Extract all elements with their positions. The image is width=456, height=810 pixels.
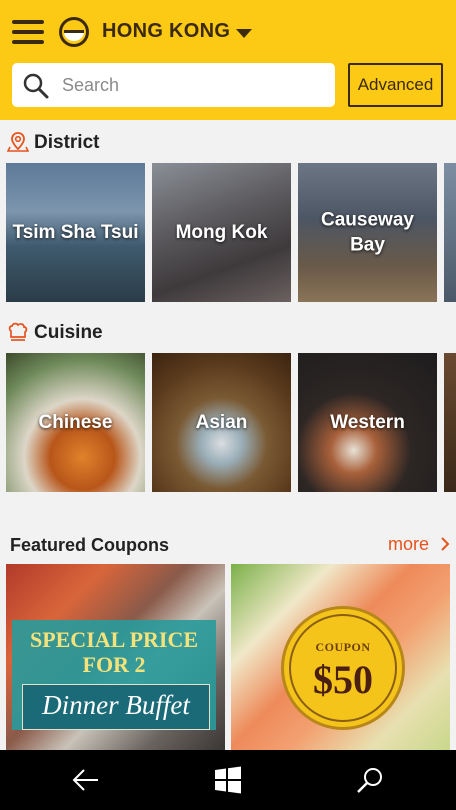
- coupon-50[interactable]: COUPON $50: [231, 564, 450, 750]
- district-tile-tsim-sha-tsui[interactable]: Tsim Sha Tsui: [6, 163, 145, 302]
- coupon-amount: $50: [313, 657, 373, 702]
- city-selector[interactable]: HONG KONG: [102, 20, 230, 43]
- chef-hat-icon: [8, 322, 28, 341]
- windows-logo-icon[interactable]: [212, 764, 244, 796]
- advanced-button[interactable]: Advanced: [348, 63, 443, 107]
- food-image: [444, 353, 456, 492]
- district-tile-causeway-bay[interactable]: Causeway Bay: [298, 163, 437, 302]
- map-pin-icon: [7, 132, 29, 152]
- coupon-badge-label: COUPON: [315, 640, 371, 654]
- city-image: [444, 163, 456, 302]
- chevron-right-icon[interactable]: [438, 536, 452, 552]
- bowl-logo-icon: [59, 17, 89, 47]
- cuisine-tile-chinese[interactable]: Chinese: [6, 353, 145, 492]
- district-title: District: [34, 132, 100, 153]
- app-header: HONG KONG Advanced: [0, 0, 456, 120]
- search-icon[interactable]: [354, 764, 386, 796]
- hamburger-icon[interactable]: [12, 18, 46, 46]
- district-tile-partial[interactable]: [444, 163, 456, 302]
- district-tile-mong-kok[interactable]: Mong Kok: [152, 163, 291, 302]
- district-label: Mong Kok: [175, 221, 268, 243]
- search-box[interactable]: [12, 63, 335, 107]
- promo-line-1: SPECIAL PRICE: [29, 627, 199, 652]
- promo-line-2: FOR 2: [82, 652, 146, 677]
- coupon-dinner-buffet[interactable]: SPECIAL PRICE FOR 2 Dinner Buffet: [6, 564, 225, 750]
- cuisine-label: Chinese: [38, 411, 113, 433]
- cuisine-tile-western[interactable]: Western: [298, 353, 437, 492]
- district-label: Tsim Sha Tsui: [12, 221, 139, 243]
- search-input[interactable]: [62, 73, 322, 97]
- promo-banner-text: Dinner Buffet: [42, 690, 190, 720]
- cuisine-title: Cuisine: [34, 322, 103, 343]
- cuisine-tile-asian[interactable]: Asian: [152, 353, 291, 492]
- cuisine-tile-partial[interactable]: [444, 353, 456, 492]
- system-nav-bar: [0, 750, 456, 810]
- district-label: Causeway Bay: [321, 208, 414, 256]
- cuisine-label: Western: [330, 411, 405, 433]
- back-arrow-icon[interactable]: [70, 764, 102, 796]
- caret-down-icon[interactable]: [236, 29, 252, 38]
- featured-coupons-title: Featured Coupons: [10, 535, 170, 555]
- cuisine-label: Asian: [195, 411, 248, 433]
- more-link[interactable]: more: [388, 534, 429, 555]
- search-icon: [23, 73, 49, 99]
